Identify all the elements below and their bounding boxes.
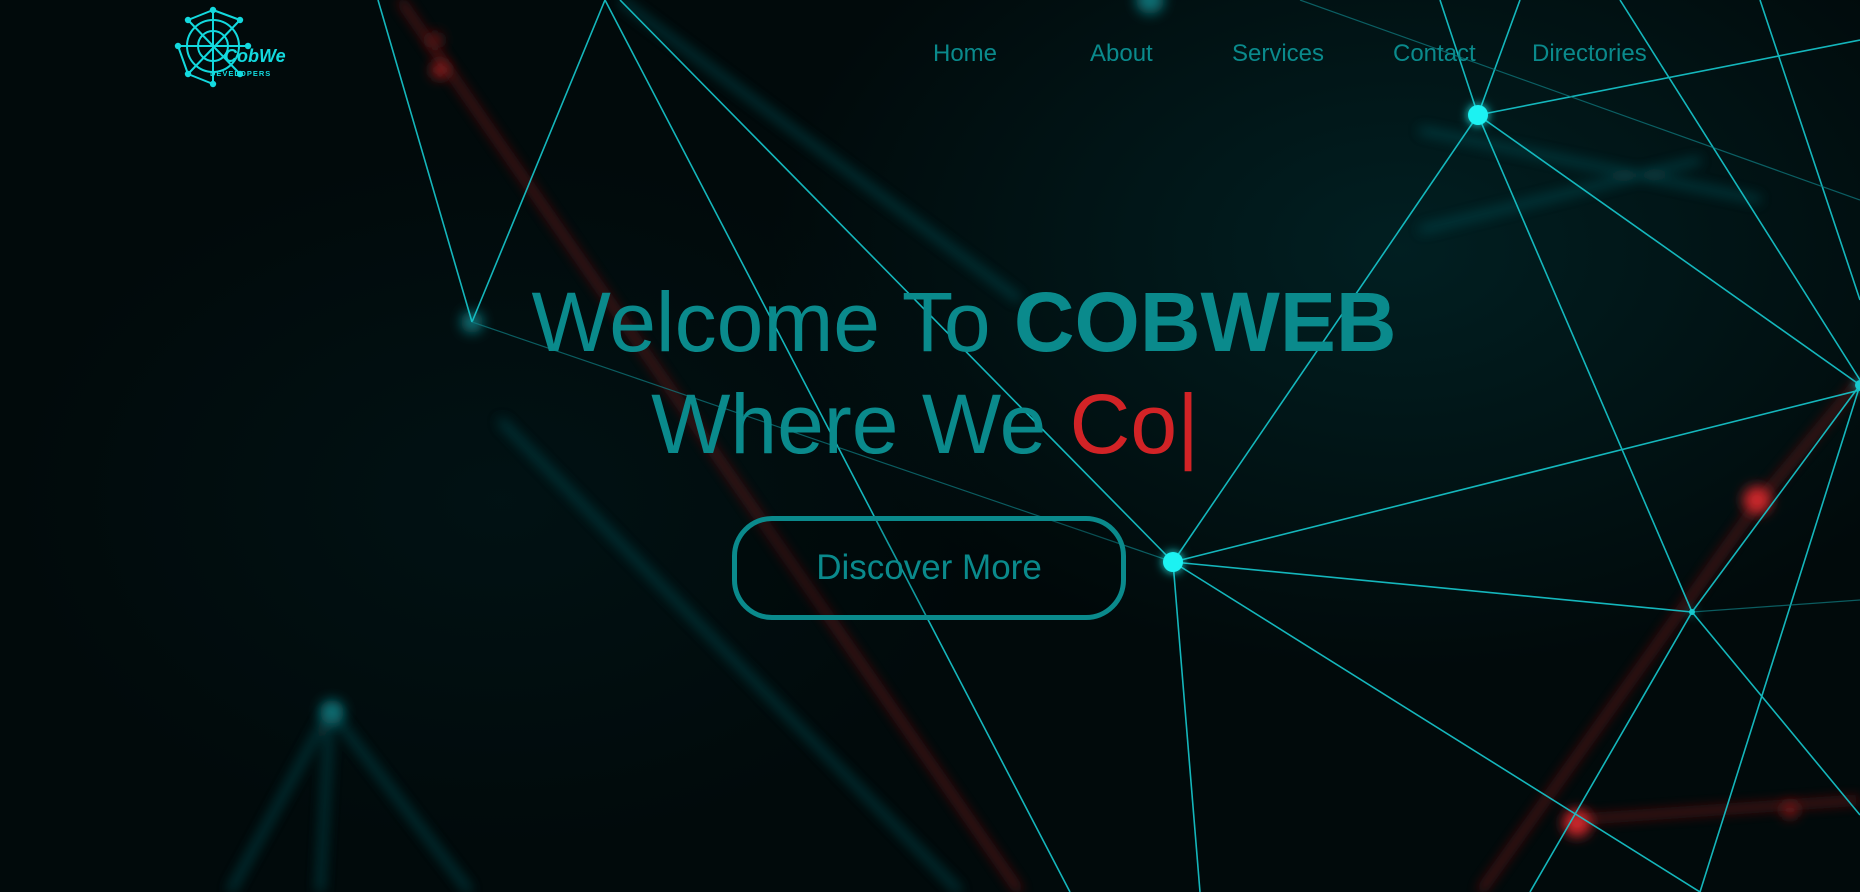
hero-title-brand: COBWEB (1013, 275, 1397, 369)
hero-subtitle-prefix: Where We (651, 377, 1070, 471)
hero-subtitle: Where We Co| (0, 374, 1860, 474)
nav-services[interactable]: Services (1232, 40, 1324, 68)
hero-title: Welcome To COBWEB (0, 272, 1860, 372)
hero-page: CobWeb DEVELOPERS Home About Services Co… (0, 0, 1860, 892)
nav-home[interactable]: Home (933, 40, 997, 68)
nav-about[interactable]: About (1090, 40, 1153, 68)
typing-cursor: | (1177, 377, 1199, 471)
nav-contact[interactable]: Contact (1393, 40, 1476, 68)
main-nav: Home About Services Contact Directories (0, 40, 1860, 76)
hero-title-prefix: Welcome To (531, 275, 1014, 369)
discover-more-button[interactable]: Discover More (732, 516, 1126, 620)
typed-text: Co (1069, 377, 1178, 471)
nav-directories[interactable]: Directories (1532, 40, 1647, 68)
